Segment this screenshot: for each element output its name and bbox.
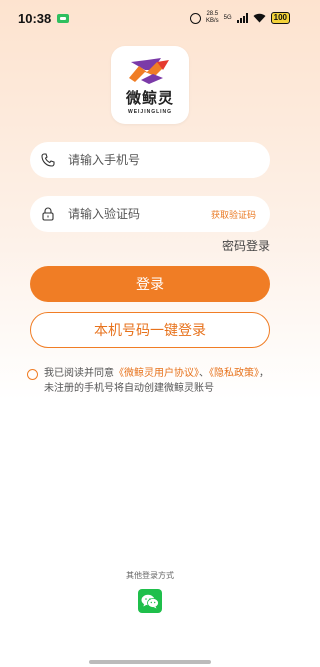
agreement-checkbox[interactable] [27, 369, 38, 380]
code-input[interactable] [68, 207, 211, 221]
phone-icon [40, 152, 56, 168]
network-type: 5G [223, 14, 232, 21]
message-icon [57, 13, 70, 23]
network-speed-value: 28.5 [206, 11, 219, 17]
network-speed-unit: KB/s [205, 18, 219, 24]
agreement-text-before: 我已阅读并同意 [44, 368, 114, 379]
agreement-row: 我已阅读并同意《微鲸灵用户协议》、《隐私政策》，未注册的手机号将自动创建微鲸灵账… [27, 366, 277, 396]
user-agreement-link[interactable]: 《微鲸灵用户协议》 [114, 368, 199, 379]
agreement-separator: 、 [199, 368, 209, 379]
whale-logo-icon [129, 57, 169, 84]
status-time: 10:38 [18, 10, 52, 26]
other-login-label: 其他登录方式 [126, 571, 174, 580]
phone-input[interactable] [68, 153, 256, 167]
get-code-button[interactable]: 获取验证码 [211, 208, 256, 221]
home-indicator[interactable] [89, 660, 211, 664]
status-icons: 28.5 KB/s 5G 100 [189, 11, 290, 25]
wechat-icon [141, 594, 159, 608]
wechat-login-button[interactable] [138, 589, 162, 613]
password-login-link[interactable]: 密码登录 [222, 237, 270, 254]
wifi-icon [253, 13, 266, 23]
app-logo: 微鲸灵 WEIJINGLING [111, 46, 189, 124]
code-field[interactable]: 获取验证码 [30, 196, 270, 232]
network-speed: 28.5 KB/s [206, 11, 219, 25]
phone-field[interactable] [30, 142, 270, 178]
logo-title: 微鲸灵 [125, 88, 174, 107]
alarm-icon [189, 12, 201, 24]
battery-icon: 100 [270, 12, 290, 24]
login-button[interactable]: 登录 [30, 266, 270, 302]
privacy-policy-link[interactable]: 《隐私政策》 [209, 368, 259, 379]
status-bar: 10:38 28.5 KB/s 5G 100 [0, 0, 300, 36]
one-key-login-button[interactable]: 本机号码一键登录 [30, 312, 270, 348]
signal-icon [236, 13, 248, 23]
logo-subtitle: WEIJINGLING [127, 108, 173, 115]
agreement-text: 我已阅读并同意《微鲸灵用户协议》、《隐私政策》，未注册的手机号将自动创建微鲸灵账… [44, 366, 277, 396]
lock-icon [40, 206, 56, 222]
